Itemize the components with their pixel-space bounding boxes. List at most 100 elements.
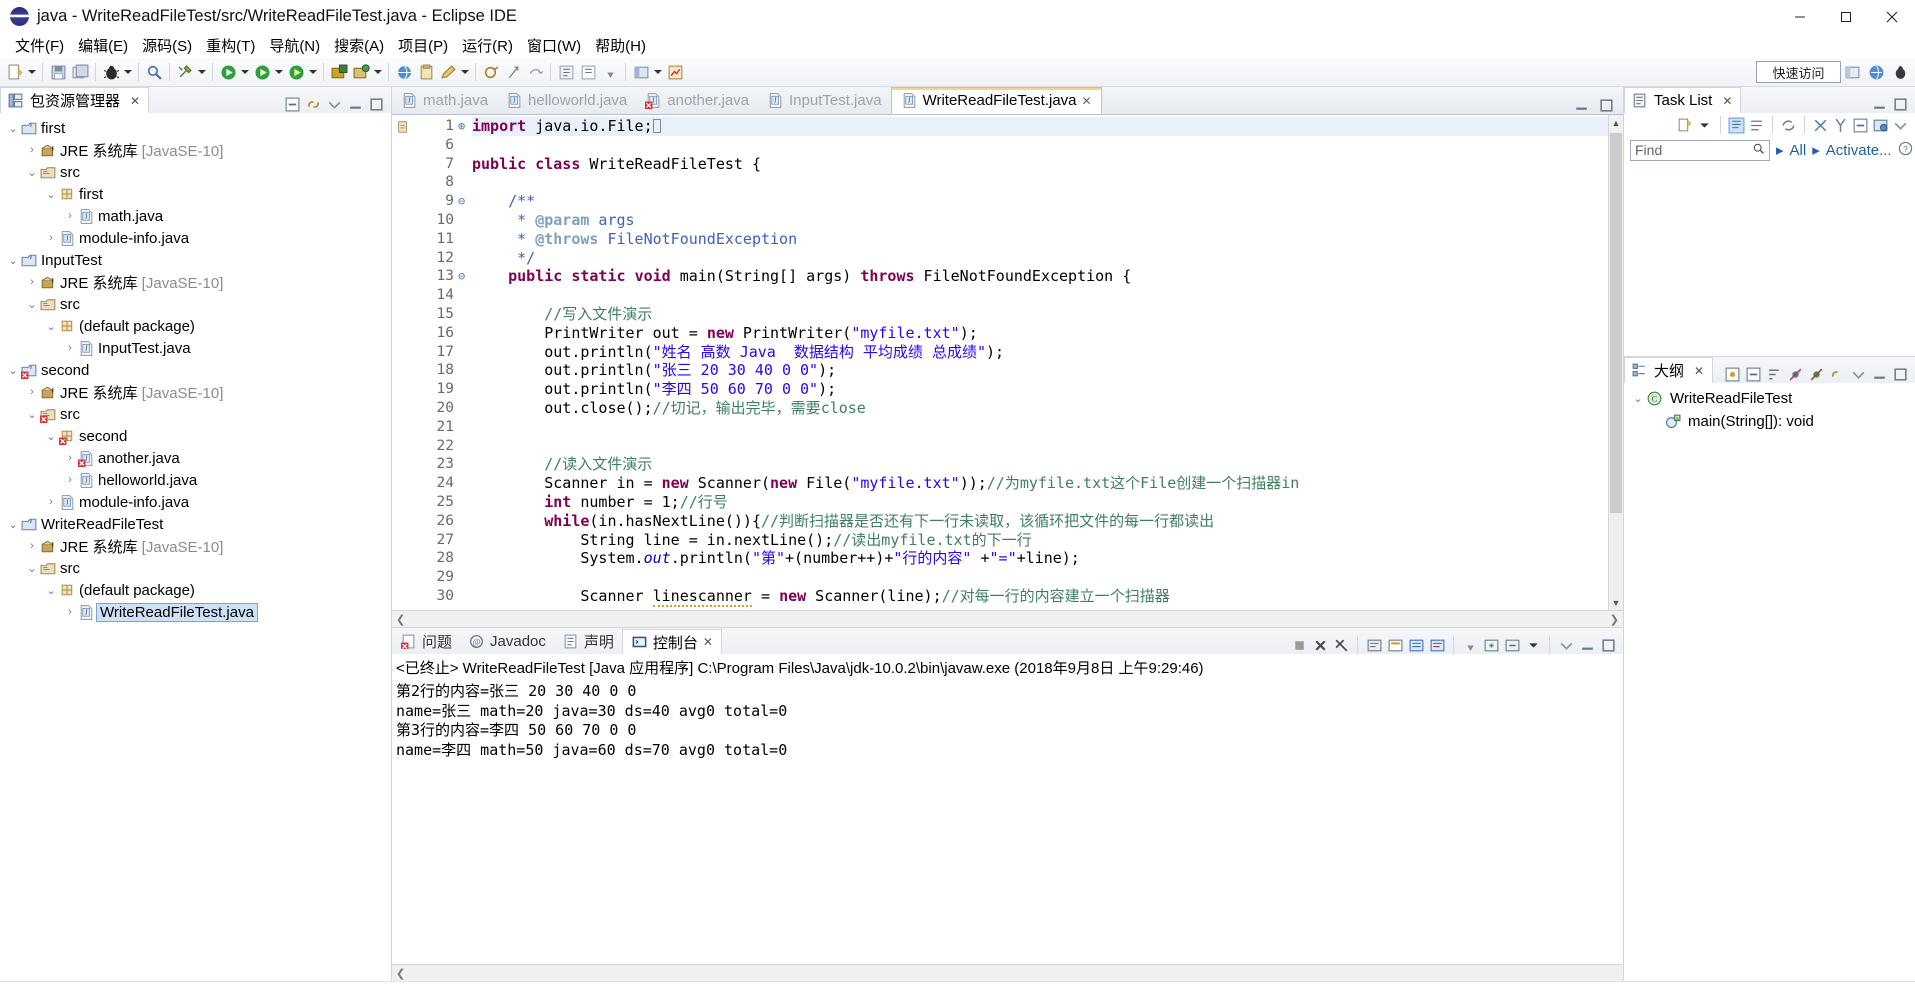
show-console-on-output-icon[interactable]: [1407, 636, 1425, 654]
menu-refactor[interactable]: 重构(T): [199, 33, 262, 58]
fold-toggle-icon[interactable]: ⊕: [458, 117, 472, 136]
view-menu-icon[interactable]: [1850, 366, 1867, 383]
perspective-dropdown-icon[interactable]: [652, 61, 664, 83]
outline-tree[interactable]: ⌄ C WriteReadFileTest Smain(String[]) : voi…: [1624, 383, 1915, 981]
maximize-view-icon[interactable]: [1892, 96, 1909, 113]
run-as-dropdown-icon[interactable]: [307, 61, 319, 83]
console-horizontal-scrollbar[interactable]: ❮: [392, 964, 1623, 981]
chevron-down-icon[interactable]: ⌄: [25, 298, 39, 311]
terminate-icon[interactable]: [1290, 636, 1308, 654]
external-tools-icon[interactable]: [174, 61, 196, 83]
chevron-down-icon[interactable]: ⌄: [6, 364, 20, 377]
menu-project[interactable]: 项目(P): [391, 33, 455, 58]
close-icon[interactable]: ✕: [703, 635, 713, 649]
tree-item-first[interactable]: ⌄ first: [0, 183, 391, 205]
chevron-down-icon[interactable]: ⌄: [44, 430, 58, 443]
menu-navigate[interactable]: 导航(N): [262, 33, 327, 58]
search-icon[interactable]: [1752, 142, 1765, 158]
link-with-editor-icon[interactable]: [305, 96, 322, 113]
chevron-down-icon[interactable]: ⌄: [6, 122, 20, 135]
scroll-up-icon[interactable]: ▲: [1609, 115, 1623, 130]
tree-item-src[interactable]: ⌄ src: [0, 293, 391, 315]
pin-console-icon[interactable]: [1461, 636, 1479, 654]
debug-dropdown-icon[interactable]: [122, 61, 134, 83]
forward-history-icon[interactable]: [577, 61, 599, 83]
edit-annotation-dropdown-icon[interactable]: [459, 61, 471, 83]
minimize-view-icon[interactable]: [1871, 366, 1888, 383]
console-output[interactable]: 第2行的内容=张三 20 30 40 0 0 name=张三 math=20 ja…: [392, 680, 1623, 964]
chevron-down-icon[interactable]: ⌄: [25, 166, 39, 179]
menu-help[interactable]: 帮助(H): [588, 33, 653, 58]
chevron-right-icon[interactable]: ›: [25, 386, 39, 398]
new-java-project-icon[interactable]: [328, 61, 350, 83]
open-task-icon[interactable]: [415, 61, 437, 83]
tree-item-src[interactable]: ⌄ src: [0, 403, 391, 425]
editor-horizontal-scrollbar[interactable]: ❮ ❯: [392, 610, 1623, 627]
chevron-down-icon[interactable]: ⌄: [25, 562, 39, 575]
maximize-button[interactable]: [1823, 0, 1869, 33]
pin-editor-icon[interactable]: [599, 61, 621, 83]
run-history-dropdown-icon[interactable]: [273, 61, 285, 83]
menu-source[interactable]: 源码(S): [135, 33, 199, 58]
chevron-down-icon[interactable]: ⌄: [1630, 392, 1646, 405]
tree-item-math-java[interactable]: › Jmath.java: [0, 205, 391, 227]
categorized-mode-icon[interactable]: [1728, 117, 1745, 134]
collapse-all-icon[interactable]: [1745, 366, 1762, 383]
code-editor[interactable]: 1 6 7 8 9 10 11 12 13 14 15 16 17 18 19 20 21 22 23 24 25 26 2…: [392, 115, 1623, 610]
focus-on-workweek-icon[interactable]: [1812, 117, 1829, 134]
save-icon[interactable]: [47, 61, 69, 83]
previous-annotation-icon[interactable]: [480, 61, 502, 83]
minimize-view-icon[interactable]: [1871, 96, 1888, 113]
close-icon[interactable]: ✕: [1694, 364, 1704, 378]
coverage-icon[interactable]: [664, 61, 686, 83]
run-as-icon[interactable]: [285, 61, 307, 83]
filter-completed-icon[interactable]: [1832, 117, 1849, 134]
edit-annotation-icon[interactable]: [437, 61, 459, 83]
chevron-right-icon[interactable]: ›: [63, 210, 77, 222]
quick-access-field[interactable]: 快速访问: [1756, 61, 1841, 83]
tab-task-list[interactable]: Task List ✕: [1624, 87, 1742, 113]
sort-icon[interactable]: [1766, 366, 1783, 383]
console-scroll-left-icon[interactable]: ❮: [396, 967, 405, 980]
minimize-view-icon[interactable]: [347, 96, 364, 113]
console-tab-row[interactable]: 问题 @ Javadoc 声明 控制台 ✕: [392, 628, 1623, 654]
repository-icon[interactable]: [1872, 117, 1889, 134]
tree-item-another-java[interactable]: › Janother.java: [0, 447, 391, 469]
console-dropdown-icon[interactable]: [1524, 636, 1542, 654]
editor-tab-another[interactable]: Janother.java: [636, 87, 758, 114]
task-filter-all[interactable]: All: [1790, 142, 1807, 159]
close-icon[interactable]: ✕: [130, 94, 140, 108]
menu-edit[interactable]: 编辑(E): [71, 33, 135, 58]
tree-item-default-package[interactable]: ⌄ (default package): [0, 315, 391, 337]
task-activate-link[interactable]: Activate...: [1826, 142, 1892, 159]
editor-tab-inputtest[interactable]: J InputTest.java: [758, 87, 891, 114]
new-console-view-icon[interactable]: [1482, 636, 1500, 654]
view-menu-icon[interactable]: [326, 96, 343, 113]
package-explorer-tree[interactable]: ⌄ first › JRE 系统库 [JavaSE-10] ⌄ src ⌄ first › Jma…: [0, 113, 391, 981]
tree-item-helloworld-java[interactable]: › Jhelloworld.java: [0, 469, 391, 491]
save-all-icon[interactable]: [69, 61, 91, 83]
hide-nonpublic-icon[interactable]: [1829, 366, 1846, 383]
task-list-body[interactable]: [1624, 163, 1915, 356]
back-history-icon[interactable]: [555, 61, 577, 83]
tree-item-second[interactable]: ⌄ second: [0, 359, 391, 381]
tab-package-explorer[interactable]: 包资源管理器 ✕: [0, 87, 150, 113]
collapse-all-icon[interactable]: [1852, 117, 1869, 134]
chevron-right-icon[interactable]: ›: [44, 496, 58, 508]
chevron-down-icon[interactable]: ⌄: [44, 188, 58, 201]
chevron-right-icon[interactable]: ›: [25, 540, 39, 552]
hide-static-icon[interactable]: [1808, 366, 1825, 383]
hscroll-right-icon[interactable]: ❯: [1610, 613, 1619, 626]
tab-outline[interactable]: 大纲 ✕: [1624, 357, 1714, 383]
collapse-all-icon[interactable]: [284, 96, 301, 113]
tree-item-writereadfiletest[interactable]: ⌄ WriteReadFileTest: [0, 513, 391, 535]
new-task-icon[interactable]: [1676, 117, 1693, 134]
scroll-down-icon[interactable]: ▼: [1609, 595, 1623, 610]
menu-run[interactable]: 运行(R): [455, 33, 520, 58]
scroll-lock-icon[interactable]: [1386, 636, 1404, 654]
run-icon[interactable]: [217, 61, 239, 83]
console-tab-declaration[interactable]: 声明: [554, 629, 622, 654]
new-wizard-icon[interactable]: [4, 61, 26, 83]
console-tab-problems[interactable]: 问题: [392, 629, 460, 654]
menu-file[interactable]: 文件(F): [8, 33, 71, 58]
